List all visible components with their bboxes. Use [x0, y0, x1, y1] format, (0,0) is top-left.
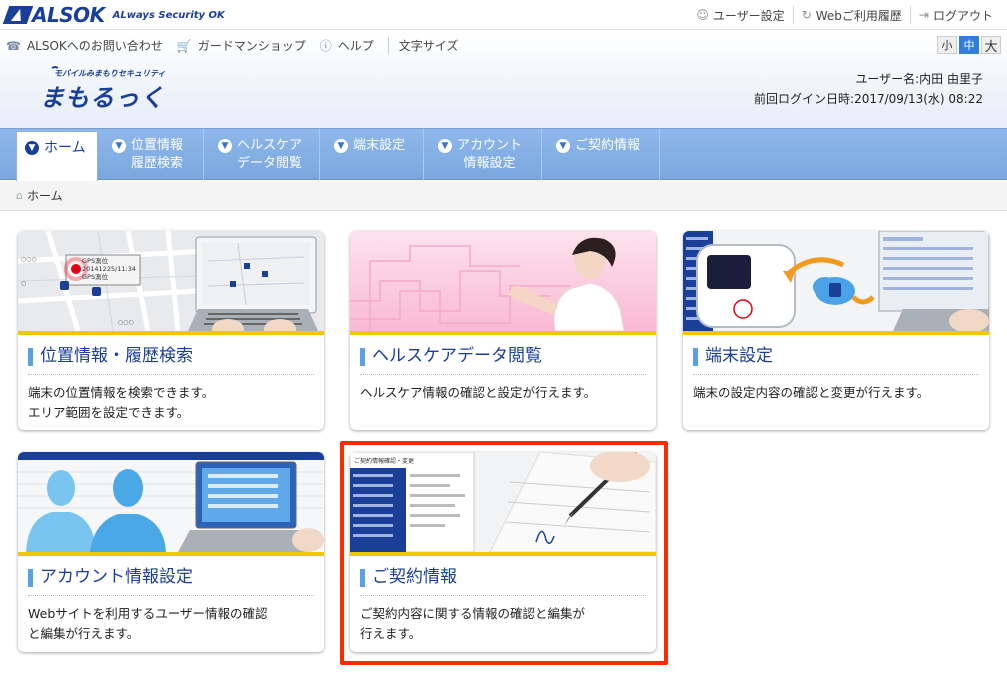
card-description: 端末の位置情報を検索できます。 エリア範囲を設定できます。	[28, 385, 215, 420]
nav-healthcare[interactable]: ▼ ヘルスケア データ閲覧	[204, 129, 320, 180]
shop-link[interactable]: 🛒 ガードマンショップ	[177, 37, 306, 54]
main-nav: ▼ ホーム ▼ 位置情報 履歴検索 ▼ ヘルスケア データ閲覧 ▼ 端末設定 ▼…	[0, 128, 1007, 181]
user-settings-label: ユーザー設定	[712, 8, 785, 23]
phone-icon: ☎	[6, 38, 21, 53]
cart-icon: 🛒	[176, 38, 192, 53]
nav-home[interactable]: ▼ ホーム	[16, 131, 98, 181]
history-icon: ↻	[801, 8, 812, 22]
contract-illustration: ご契約情報確認・変更	[350, 452, 656, 552]
web-history-label: Webご利用履歴	[815, 8, 902, 23]
chevron-down-icon: ▼	[112, 139, 126, 153]
web-history-link[interactable]: ↻ Webご利用履歴	[792, 6, 910, 24]
card-title: アカウント情報設定	[28, 566, 314, 596]
device-settings-illustration	[683, 231, 989, 331]
nav-location-history-label: 位置情報 履歴検索	[131, 138, 184, 171]
nav-device-settings[interactable]: ▼ 端末設定	[320, 129, 424, 180]
account-illustration	[18, 452, 324, 552]
nav-account-settings-label: アカウント 情報設定	[457, 138, 523, 171]
card-stripe	[683, 331, 989, 335]
font-size-small-button[interactable]: 小	[937, 36, 957, 54]
card-title: ご契約情報	[360, 566, 646, 596]
card-description: Webサイトを利用するユーザー情報の確認 と編集が行えます。	[28, 606, 268, 641]
nav-contract-info[interactable]: ▼ ご契約情報	[542, 129, 660, 180]
svg-text:○: ○	[21, 280, 26, 287]
breadcrumb: ⌂ ホーム	[0, 181, 1007, 211]
help-label: ヘルプ	[337, 39, 374, 53]
nav-location-history[interactable]: ▼ 位置情報 履歴検索	[98, 129, 204, 180]
user-settings-link[interactable]: ☺ ユーザー設定	[688, 6, 792, 24]
last-login: 前回ログイン日時:2017/09/13(水) 08:22	[754, 92, 983, 106]
nav-home-label: ホーム	[44, 140, 86, 156]
user-info: ユーザー名:内田 由里子 前回ログイン日時:2017/09/13(水) 08:2…	[754, 69, 983, 109]
logout-icon: ⇥	[918, 8, 929, 22]
nav-device-settings-label: 端末設定	[353, 138, 406, 153]
card-title: 端末設定	[693, 345, 979, 375]
font-size-selector: 小 中 大	[935, 36, 1001, 55]
home-icon: ⌂	[16, 189, 23, 202]
card-location-history[interactable]: ○○○ ○○○ ○ GPS測位 20141225/11:34 GPS測位 位置情…	[18, 231, 324, 430]
contact-link[interactable]: ☎ ALSOKへのお問い合わせ	[6, 37, 163, 54]
sub-links: ☎ ALSOKへのお問い合わせ 🛒 ガードマンショップ ⓘ ヘルプ 文字サイズ	[6, 37, 458, 54]
map-popup-line-2: 20141225/11:34	[82, 265, 137, 273]
card-title: ヘルスケアデータ閲覧	[360, 345, 646, 375]
contract-doc-title: ご契約情報確認・変更	[354, 458, 415, 465]
chevron-down-icon: ▼	[25, 141, 39, 155]
card-description: ご契約内容に関する情報の確認と編集が 行えます。	[360, 606, 586, 641]
card-contract-info[interactable]: ご契約情報確認・変更 ご契約情報 ご契約内容に関する情報の確認と編集が 行えます…	[350, 452, 656, 652]
top-bar: ALSOK ALways Security OK ☺ ユーザー設定 ↻ Webご…	[0, 0, 1007, 30]
contact-label: ALSOKへのお問い合わせ	[26, 39, 163, 53]
alsok-logo-mark-icon	[2, 6, 34, 24]
user-icon: ☺	[696, 8, 709, 22]
card-account-settings[interactable]: アカウント情報設定 Webサイトを利用するユーザー情報の確認 と編集が行えます。	[18, 452, 324, 652]
top-links: ☺ ユーザー設定 ↻ Webご利用履歴 ⇥ ログアウト	[688, 6, 1001, 24]
healthcare-illustration	[350, 231, 656, 331]
shop-label: ガードマンショップ	[197, 39, 306, 53]
svg-text:○○○: ○○○	[21, 256, 37, 263]
user-name: ユーザー名:内田 由里子	[855, 72, 983, 86]
card-stripe	[350, 331, 656, 335]
map-popup-line-1: GPS測位	[82, 257, 109, 265]
map-popup-line-3: GPS測位	[82, 273, 109, 281]
alsok-logo-text: ALSOK	[32, 3, 105, 27]
alsok-logo[interactable]: ALSOK ALways Security OK	[2, 3, 225, 27]
font-size-medium-button[interactable]: 中	[959, 36, 979, 54]
brand-title: まもるっく	[40, 84, 165, 112]
location-map-illustration: ○○○ ○○○ ○ GPS測位 20141225/11:34 GPS測位	[18, 231, 324, 331]
card-healthcare[interactable]: ヘルスケアデータ閲覧 ヘルスケア情報の確認と設定が行えます。	[350, 231, 656, 430]
map-popup-text: GPS測位 20141225/11:34 GPS測位	[82, 257, 136, 281]
help-icon: ⓘ	[319, 39, 332, 53]
card-description: 端末の設定内容の確認と変更が行えます。	[693, 385, 930, 400]
breadcrumb-home[interactable]: ホーム	[27, 187, 63, 204]
card-device-settings[interactable]: 端末設定 端末の設定内容の確認と変更が行えます。	[683, 231, 989, 430]
chevron-down-icon: ▼	[334, 139, 348, 153]
svg-text:○○○: ○○○	[118, 319, 134, 326]
chevron-down-icon: ▼	[556, 139, 570, 153]
alsok-logo-tagline: ALways Security OK	[112, 9, 225, 21]
mamorukku-logo[interactable]: モバイルみまもりセキュリティ まもるっく	[40, 66, 166, 112]
font-size-large-button[interactable]: 大	[981, 36, 1001, 55]
sub-header: ☎ ALSOKへのお問い合わせ 🛒 ガードマンショップ ⓘ ヘルプ 文字サイズ …	[0, 30, 1007, 128]
logout-link[interactable]: ⇥ ログアウト	[909, 6, 1001, 24]
card-stripe	[350, 552, 656, 556]
chevron-down-icon: ▼	[218, 139, 232, 153]
card-title: 位置情報・履歴検索	[28, 345, 314, 375]
nav-account-settings[interactable]: ▼ アカウント 情報設定	[424, 129, 542, 180]
card-stripe	[18, 331, 324, 335]
card-stripe	[18, 552, 324, 556]
help-link[interactable]: ⓘ ヘルプ	[320, 37, 374, 54]
logout-label: ログアウト	[932, 8, 993, 23]
nav-healthcare-label: ヘルスケア データ閲覧	[237, 138, 303, 171]
card-description: ヘルスケア情報の確認と設定が行えます。	[360, 385, 597, 400]
chevron-down-icon: ▼	[438, 139, 452, 153]
font-size-label: 文字サイズ	[387, 37, 458, 54]
nav-contract-info-label: ご契約情報	[575, 138, 641, 153]
